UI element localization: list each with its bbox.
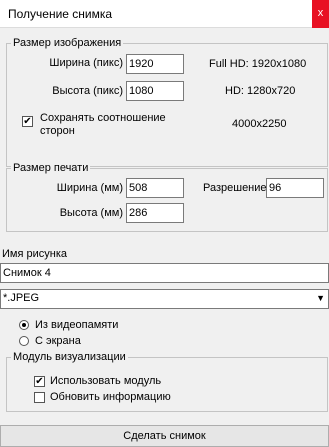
keep-ratio-label-line1: Сохранять соотношение — [40, 112, 166, 124]
window-title: Получение снимка — [8, 7, 113, 21]
picture-name-label: Имя рисунка — [2, 248, 67, 260]
chevron-down-icon: ▼ — [316, 293, 325, 303]
use-module-check-icon: ✔ — [35, 376, 44, 387]
image-height-input[interactable]: 1080 — [126, 81, 184, 101]
use-module-checkbox[interactable]: ✔ — [34, 376, 45, 387]
image-width-label: Ширина (пикс) — [49, 57, 123, 69]
source-radio-video[interactable] — [19, 320, 29, 330]
resolution-label: Разрешение — [203, 182, 267, 194]
format-select[interactable]: *.JPEG ▼ — [0, 289, 329, 309]
source-label-video: Из видеопамяти — [35, 319, 119, 331]
close-button[interactable]: x — [312, 0, 329, 28]
print-height-label: Высота (мм) — [59, 207, 123, 219]
preset-hd[interactable]: HD: 1280x720 — [225, 84, 295, 98]
keep-ratio-label-line2: сторон — [40, 125, 75, 137]
close-icon: x — [317, 7, 324, 19]
format-value: *.JPEG — [3, 292, 40, 304]
source-radio-screen[interactable] — [19, 336, 29, 346]
refresh-label: Обновить информацию — [50, 391, 171, 403]
picture-name-input[interactable]: Снимок 4 — [0, 263, 329, 283]
image-height-label: Высота (пикс) — [52, 85, 123, 97]
image-width-input[interactable]: 1920 — [126, 54, 184, 74]
title-bar: Получение снимка x — [0, 0, 329, 28]
image-size-legend: Размер изображения — [11, 36, 124, 50]
visualization-legend: Модуль визуализации — [11, 350, 128, 364]
print-width-input[interactable]: 508 — [126, 178, 184, 198]
keep-ratio-checkbox[interactable]: ✔ — [22, 116, 33, 127]
print-size-legend: Размер печати — [11, 161, 91, 175]
refresh-checkbox[interactable] — [34, 392, 45, 403]
source-label-screen: С экрана — [35, 335, 81, 347]
print-width-label: Ширина (мм) — [56, 182, 123, 194]
print-height-input[interactable]: 286 — [126, 203, 184, 223]
capture-button[interactable]: Сделать снимок — [0, 425, 329, 447]
keep-ratio-check-icon: ✔ — [23, 116, 32, 127]
preset-fullhd[interactable]: Full HD: 1920x1080 — [209, 57, 306, 71]
radio-selected-dot — [22, 323, 26, 327]
use-module-label: Использовать модуль — [50, 375, 162, 387]
preset-4000[interactable]: 4000x2250 — [232, 117, 286, 131]
resolution-input[interactable]: 96 — [266, 178, 324, 198]
